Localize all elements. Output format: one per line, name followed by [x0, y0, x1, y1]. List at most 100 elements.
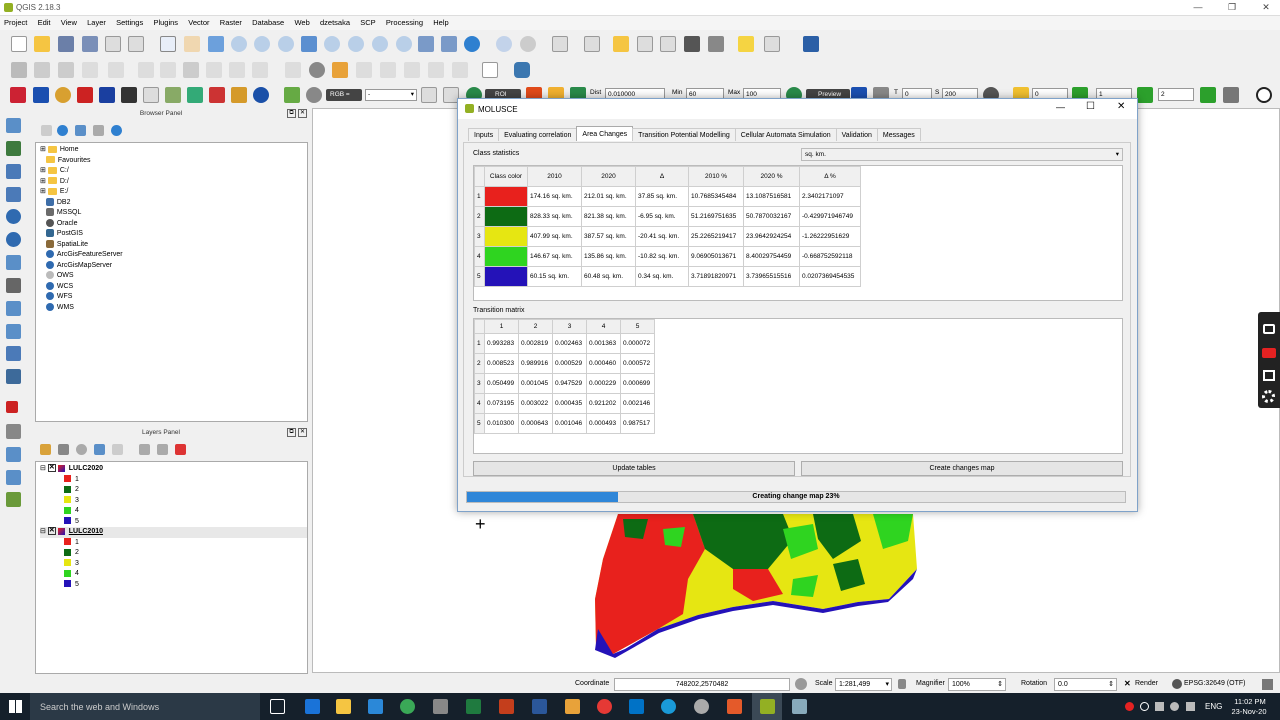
recording-tray-icon[interactable]	[1125, 702, 1134, 711]
move-feature-icon[interactable]	[108, 62, 124, 78]
browser-item-db2[interactable]: DB2	[40, 197, 307, 209]
new-gpx-icon[interactable]	[6, 346, 21, 361]
col-delta[interactable]: Δ	[635, 166, 689, 187]
tools-icon[interactable]	[209, 87, 225, 103]
scatter-plot-icon[interactable]	[143, 87, 159, 103]
properties-icon[interactable]	[111, 125, 122, 136]
toggle-edit-icon[interactable]	[34, 62, 50, 78]
excel-icon[interactable]	[466, 699, 481, 714]
text-annotation-icon[interactable]	[764, 36, 780, 52]
filter-expression-icon[interactable]	[112, 444, 123, 455]
deselect-icon[interactable]	[613, 36, 629, 52]
dialog-close-button[interactable]: ✕	[1117, 101, 1125, 112]
next-arrow3-icon[interactable]	[1200, 87, 1216, 103]
add-spatialite-icon[interactable]	[6, 164, 21, 179]
print-composer-icon[interactable]	[105, 36, 121, 52]
next-arrow2-icon[interactable]	[1137, 87, 1153, 103]
open-layer-styling-icon[interactable]	[40, 444, 51, 455]
chrome-icon[interactable]	[597, 699, 612, 714]
table-row[interactable]: 2 828.33 sq. km. 821.38 sq. km. -6.95 sq. k…	[474, 206, 861, 227]
menu-plugins[interactable]: Plugins	[149, 16, 182, 29]
refresh-icon[interactable]	[464, 36, 480, 52]
browser-item-oracle[interactable]: Oracle	[40, 218, 307, 230]
help-icon[interactable]	[803, 36, 819, 52]
browser-item-ows[interactable]: OWS	[40, 271, 307, 282]
statistics-icon[interactable]	[684, 36, 700, 52]
update-tables-button[interactable]: Update tables	[473, 461, 795, 476]
zoom-last-icon[interactable]	[372, 36, 388, 52]
pan-icon[interactable]	[184, 36, 200, 52]
layers-close-button[interactable]: ✕	[298, 428, 307, 437]
browser-item-postgis[interactable]: PostGIS	[40, 229, 307, 240]
touch-zoom-icon[interactable]	[160, 36, 176, 52]
coordinate-capture-icon[interactable]	[6, 424, 21, 439]
tray-icon-1[interactable]	[1140, 702, 1149, 711]
add-wms-icon[interactable]	[6, 209, 21, 224]
layers-float-button[interactable]: ⧉	[287, 428, 296, 437]
band-set-icon[interactable]	[77, 87, 93, 103]
current-edits-icon[interactable]	[11, 62, 27, 78]
menu-database[interactable]: Database	[248, 16, 288, 29]
zoom-in-icon[interactable]	[231, 36, 247, 52]
add-group-icon[interactable]	[58, 444, 69, 455]
tab-area-changes[interactable]: Area Changes	[576, 126, 634, 141]
field-calculator-icon[interactable]	[660, 36, 676, 52]
dialog-minimize-button[interactable]: —	[1056, 102, 1065, 112]
zoom-out-icon[interactable]	[254, 36, 270, 52]
tab-inputs[interactable]: Inputs	[468, 128, 500, 141]
menu-layer[interactable]: Layer	[83, 16, 110, 29]
qgis-task-button[interactable]	[752, 693, 782, 720]
browser-float-button[interactable]: ⧉	[287, 109, 296, 118]
pin-label-icon[interactable]	[356, 62, 372, 78]
lock-scale-icon[interactable]	[898, 679, 906, 689]
table-row[interactable]: 4 146.67 sq. km. 135.86 sq. km. -10.82 sq. …	[474, 246, 861, 267]
taskbar-search[interactable]: Search the web and Windows	[30, 693, 260, 720]
task-view-icon[interactable]	[270, 699, 285, 714]
windows-start-icon[interactable]	[9, 700, 22, 713]
matrix-col-3[interactable]: 3	[552, 319, 587, 334]
zoom-scale-icon[interactable]	[278, 36, 294, 52]
pan-to-selection-icon[interactable]	[208, 36, 224, 52]
messages-icon[interactable]	[1262, 679, 1273, 690]
zoom-next-icon[interactable]	[396, 36, 412, 52]
browser-item-arcgismapserver[interactable]: ArcGisMapServer	[40, 260, 307, 272]
new-shapefile-icon[interactable]	[6, 324, 21, 339]
edit-raster-icon[interactable]	[165, 87, 181, 103]
scp-dock-icon[interactable]	[1223, 87, 1239, 103]
gps-tools-icon[interactable]	[6, 447, 21, 462]
copy-features-icon[interactable]	[229, 62, 245, 78]
restore-button[interactable]: ❐	[1220, 1, 1244, 14]
browser-item-e[interactable]: ⊞ E:/	[40, 187, 307, 198]
search-icon[interactable]	[1256, 87, 1272, 103]
node-tool-icon[interactable]	[138, 62, 154, 78]
zoom-layer-icon[interactable]	[348, 36, 364, 52]
close-button[interactable]: ✕	[1254, 1, 1278, 14]
magnifier-input[interactable]: 100% ⇕	[948, 678, 1006, 691]
postprocessing-icon[interactable]	[187, 87, 203, 103]
spectral-plot-icon[interactable]	[121, 87, 137, 103]
table-row[interactable]: 3 407.99 sq. km. 387.57 sq. km. -20.41 sq. …	[474, 226, 861, 247]
map-tips-icon[interactable]	[738, 36, 754, 52]
menu-edit[interactable]: Edit	[34, 16, 55, 29]
menu-view[interactable]: View	[57, 16, 81, 29]
table-row[interactable]: 1 0.993283 0.002819 0.002463 0.001363 0.00007…	[474, 333, 655, 354]
open-project-icon[interactable]	[34, 36, 50, 52]
app2-icon[interactable]	[565, 699, 580, 714]
browser-item-arcgisfeatureserver[interactable]: ArcGisFeatureServer	[40, 250, 307, 261]
measure-icon[interactable]	[708, 36, 724, 52]
csw-icon[interactable]	[482, 62, 498, 78]
clock-date[interactable]: 23-Nov-20	[1228, 707, 1270, 716]
add-feature-icon[interactable]	[82, 62, 98, 78]
matrix-col-5[interactable]: 5	[620, 319, 655, 334]
gallery-icon[interactable]	[1263, 370, 1275, 381]
toggle-extents-icon[interactable]	[795, 678, 807, 690]
create-changes-map-button[interactable]: Create changes map	[801, 461, 1123, 476]
add-vector-layer-icon[interactable]	[6, 118, 21, 133]
tab-validation[interactable]: Validation	[835, 128, 878, 141]
menu-raster[interactable]: Raster	[216, 16, 246, 29]
edge-icon[interactable]	[305, 699, 320, 714]
tab-messages[interactable]: Messages	[876, 128, 921, 141]
col-2020[interactable]: 2020	[581, 166, 636, 187]
scp-layers-icon[interactable]	[10, 87, 26, 103]
add-wcs-icon[interactable]	[6, 232, 21, 247]
